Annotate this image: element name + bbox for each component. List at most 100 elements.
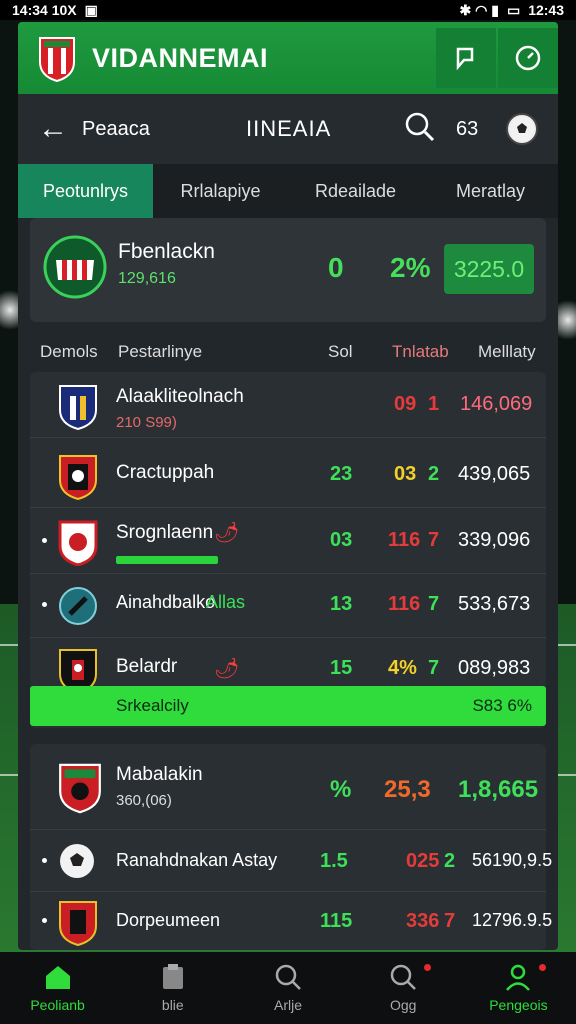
cell-value: 1,8,665 <box>458 776 539 803</box>
nav-profile[interactable]: Pengeois <box>461 952 576 1024</box>
status-clock: 12:43 <box>528 2 564 18</box>
cell-value: 116 <box>388 529 421 551</box>
column-header: Demols Pestarlinye Sol Tnlatab Melllaty <box>18 332 558 370</box>
home-icon <box>45 966 70 989</box>
table-row[interactable]: Srognlaenn 🌶 03 116 7 339,096 <box>30 508 546 574</box>
battery-icon: ▭ <box>506 1 521 18</box>
cell-value: 533,673 <box>458 593 531 615</box>
featured-team-sub: 129,616 <box>118 270 176 287</box>
cell-value: 15 <box>330 657 353 679</box>
notification-icon: ▣ <box>84 1 98 18</box>
table-row[interactable]: Cractuppah 23 03 2 439,065 <box>30 442 546 508</box>
row-bullet <box>42 538 47 543</box>
col-sol: Sol <box>328 342 353 361</box>
cell-value: 25,3 <box>384 776 431 803</box>
tab-0[interactable]: Peotunlrys <box>18 164 153 218</box>
bookmark-button[interactable] <box>436 28 496 88</box>
summary-value: S83 6% <box>472 696 532 715</box>
featured-percent: 2% <box>390 252 431 283</box>
tab-3[interactable]: Meratlay <box>423 164 558 218</box>
team-name: Cractuppah <box>116 462 215 483</box>
soccer-ball-icon <box>510 117 534 141</box>
tab-2[interactable]: Rdeailade <box>288 164 423 218</box>
col-pestarlinye: Pestarlinye <box>118 342 203 361</box>
cell-value: 025 <box>406 850 440 872</box>
summary-label: Srkealcily <box>116 696 189 715</box>
nav-label: Arlje <box>274 997 303 1013</box>
nav-label: Pengeois <box>489 997 548 1013</box>
search-icon <box>390 964 417 990</box>
club-shield-icon <box>39 37 75 82</box>
featured-score: 0 <box>328 252 344 283</box>
cell-value: 7 <box>428 657 440 679</box>
table-row[interactable]: Alaakliteolnach 210 S99) 09 1 146,069 <box>30 372 546 438</box>
team-crest-icon <box>59 385 97 430</box>
team-crest-icon <box>58 520 98 566</box>
team-tag: Allas <box>206 592 246 612</box>
cell-value: 56190,9.5 <box>472 850 553 870</box>
team-name: Ainahdbalko <box>116 592 216 612</box>
back-arrow-icon[interactable]: ← <box>38 112 68 146</box>
cell-value: 13 <box>330 593 353 615</box>
hot-icon: 🌶 <box>214 522 240 544</box>
team-name: Alaakliteolnach <box>116 386 244 407</box>
table-row[interactable]: Ranahdnakan Astay 1.5 025 2 56190,9.5 <box>30 832 552 892</box>
cell-value: 439,065 <box>458 463 531 485</box>
nav-search[interactable]: Arlje <box>230 952 345 1024</box>
back-label[interactable]: Peaaca <box>82 118 150 141</box>
team-name: Dorpeumeen <box>116 910 221 930</box>
nav-label: Peolianb <box>30 997 85 1013</box>
nav-home[interactable]: Peolianb <box>0 952 115 1024</box>
clipboard-icon <box>162 964 183 989</box>
tab-1[interactable]: Rrlalapiye <box>153 164 288 218</box>
status-bar: 14:34 10X ▣ ✱ ◠ ▮ ▭ 12:43 <box>0 0 576 20</box>
cell-value: 23 <box>330 463 353 485</box>
timer-button[interactable] <box>498 28 558 88</box>
nav-clipboard[interactable]: blie <box>115 952 230 1024</box>
featured-value-badge: 3225.0 <box>444 244 534 294</box>
standings-table: Alaakliteolnach 210 S99) 09 1 146,069 Cr… <box>30 372 546 728</box>
col-tnlatab: Tnlatab <box>392 342 449 361</box>
user-icon <box>506 964 531 991</box>
cell-value: 1 <box>428 393 440 415</box>
nav-row: ← Peaaca IINEAIA 63 <box>18 94 558 164</box>
avatar[interactable] <box>506 113 538 145</box>
cell-value: 12796.9.5 <box>472 910 553 930</box>
app-window: VIDANNEMAI ← Peaaca IINEAIA 63 Peotunlry… <box>18 22 558 950</box>
table-row[interactable]: Dorpeumeen 115 336 7 12796.9.5 <box>30 894 552 950</box>
team-sub: 210 S99) <box>116 414 177 431</box>
search-icon <box>275 964 301 990</box>
team-name: Srognlaenn <box>116 522 214 543</box>
cell-value: 089,983 <box>458 657 531 679</box>
table-row[interactable]: Mabalakin 360,(06) % 25,3 1,8,665 <box>30 744 546 830</box>
col-melllaty: Melllaty <box>478 342 536 361</box>
row-bullet <box>42 918 47 923</box>
cell-value: 2 <box>444 850 456 872</box>
featured-team-name: Fbenlackn <box>118 240 215 263</box>
cell-value: 03 <box>394 463 417 485</box>
search-icon[interactable] <box>404 111 436 143</box>
cell-value: 2 <box>428 463 440 485</box>
notification-dot <box>423 964 431 971</box>
summary-bar[interactable]: Srkealcily S83 6% <box>30 686 546 726</box>
featured-card[interactable]: Fbenlackn 129,616 0 2% 3225.0 <box>30 218 546 322</box>
progress-bar <box>116 556 218 564</box>
team-sub: 360,(06) <box>116 792 172 809</box>
cell-value: 336 <box>406 910 440 932</box>
team-crest-icon <box>59 901 97 946</box>
bookmark-icon <box>456 47 474 70</box>
row-bullet <box>42 858 47 863</box>
cell-value: % <box>330 776 352 803</box>
cell-value: 7 <box>428 529 440 551</box>
signal-icon: ✱ ◠ ▮ <box>459 1 499 18</box>
cell-value: 7 <box>444 910 456 932</box>
status-time: 14:34 10X <box>12 2 77 18</box>
cell-value: 146,069 <box>460 393 533 415</box>
cell-value: 339,096 <box>458 529 531 551</box>
tab-bar: Peotunlrys Rrlalapiye Rdeailade Meratlay <box>18 164 558 218</box>
cell-value: 115 <box>320 910 353 932</box>
table-row[interactable]: Ainahdbalko Allas 13 116 7 533,673 <box>30 572 546 638</box>
nav-alerts[interactable]: Ogg <box>346 952 461 1024</box>
result-count: 63 <box>456 117 479 140</box>
team-name: Ranahdnakan Astay <box>116 850 278 870</box>
